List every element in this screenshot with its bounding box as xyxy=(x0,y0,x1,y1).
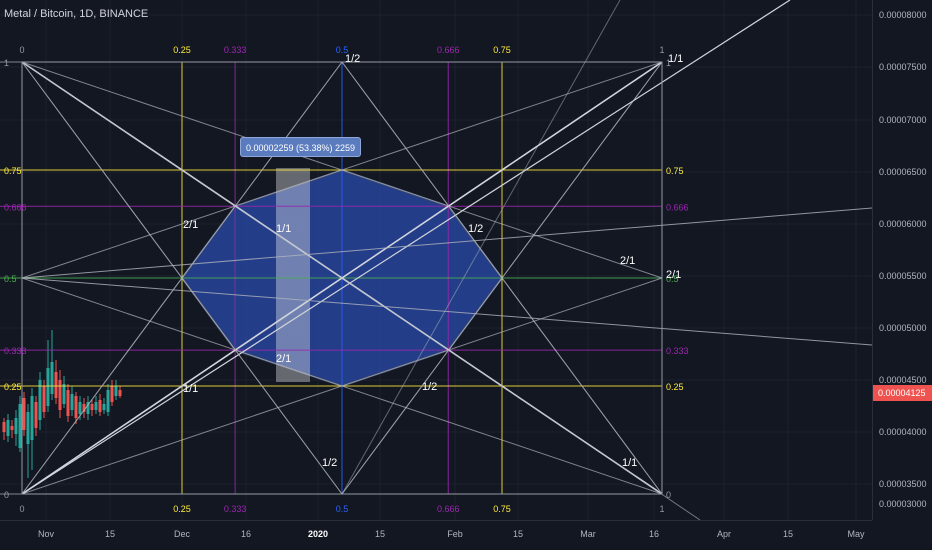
candle-body xyxy=(58,380,62,410)
measure-tooltip: 0.00002259 (53.38%) 2259 xyxy=(240,137,361,157)
candle-body xyxy=(54,372,58,398)
candle-body xyxy=(66,390,70,416)
candle-body xyxy=(30,396,34,440)
candle-body xyxy=(2,422,6,432)
fib-label-top: 0 xyxy=(19,45,24,55)
candle-body xyxy=(14,418,18,434)
fib-label-bottom: 0.75 xyxy=(493,504,511,514)
price-axis-label: 0.00003500 xyxy=(879,479,927,489)
candle-body xyxy=(118,390,122,396)
fib-label-bottom: 0.666 xyxy=(437,504,460,514)
candle-body xyxy=(10,426,14,430)
candle-body xyxy=(70,394,74,410)
candle-body xyxy=(78,402,82,414)
gann-square-chart[interactable]: 000.250.250.3330.3330.50.50.6660.6660.75… xyxy=(0,0,872,520)
time-axis-label: Dec xyxy=(173,529,191,539)
fib-label-left: 0.5 xyxy=(4,274,17,284)
candle-body xyxy=(90,404,94,410)
time-axis-label: 15 xyxy=(104,529,116,539)
gann-ray xyxy=(21,0,791,495)
price-axis-label: 0.00008000 xyxy=(879,10,927,20)
time-axis-label: 15 xyxy=(374,529,386,539)
gann-angle-label: 1/1 xyxy=(183,383,198,395)
time-axis-label: Mar xyxy=(580,529,596,539)
candle-body xyxy=(18,404,22,448)
gann-angle-label: 1/1 xyxy=(622,457,637,469)
candle-body xyxy=(26,412,30,444)
fib-label-right: 0.25 xyxy=(666,382,684,392)
fib-label-left: 0 xyxy=(4,490,9,500)
price-axis-label: 0.00006500 xyxy=(879,167,927,177)
candle-body xyxy=(22,398,26,430)
fib-label-left: 0.333 xyxy=(4,346,27,356)
candle-body xyxy=(6,420,10,436)
candle-body xyxy=(114,386,118,396)
candle-body xyxy=(42,386,46,412)
candle-body xyxy=(110,386,114,402)
gann-angle-label: 1/2 xyxy=(322,457,337,469)
candle-body xyxy=(50,362,54,394)
candle-body xyxy=(74,396,78,418)
fib-label-bottom: 0.25 xyxy=(173,504,191,514)
time-axis-label: 2020 xyxy=(307,529,329,539)
gann-angle-label: 1/1 xyxy=(668,53,683,65)
fib-label-top: 0.666 xyxy=(437,45,460,55)
fib-label-top: 1 xyxy=(659,45,664,55)
chart-window[interactable]: 0 0 0.25 0.25 0.333 0.333 0.5 0.5 0.666 0.666 0.75… xyxy=(0,0,932,550)
fib-label-top: 0.25 xyxy=(173,45,191,55)
price-axis-label: 0.00007500 xyxy=(879,62,927,72)
symbol-title[interactable]: Metal / Bitcoin, 1D, BINANCE xyxy=(4,8,148,20)
time-axis[interactable]: Nov 15 Dec 16 2020 15 Feb 15 Mar 16 Apr 15 May xyxy=(0,520,872,550)
gann-ray xyxy=(21,61,701,520)
fib-label-bottom: 0.5 xyxy=(336,504,349,514)
gann-angle-label: 2/1 xyxy=(666,269,681,281)
price-axis-label: 0.00005000 xyxy=(879,323,927,333)
fib-label-bottom: 1 xyxy=(659,504,664,514)
candle-body xyxy=(62,384,66,404)
last-price-tag: 0.00004125 xyxy=(873,385,932,401)
time-axis-label: Nov xyxy=(37,529,55,539)
fib-label-right: 0.666 xyxy=(666,202,689,212)
time-axis-label: 15 xyxy=(512,529,524,539)
fib-label-left: 0.25 xyxy=(4,382,22,392)
fib-label-left: 0.75 xyxy=(4,166,22,176)
gann-angle-label: 1/2 xyxy=(345,53,360,65)
price-axis-label: 0.00006000 xyxy=(879,219,927,229)
price-axis-label: 0.00004000 xyxy=(879,427,927,437)
candle-body xyxy=(94,402,98,410)
price-axis[interactable]: 0.00008000 0.00007500 0.00007000 0.00006500… xyxy=(872,0,932,520)
fib-label-left: 0.666 xyxy=(4,202,27,212)
candle-body xyxy=(46,368,50,406)
fib-label-top: 0.75 xyxy=(493,45,511,55)
time-axis-label: Apr xyxy=(716,529,732,539)
fib-label-right: 0.75 xyxy=(666,166,684,176)
fib-label-right: 0.333 xyxy=(666,346,689,356)
fib-label-top: 0.333 xyxy=(224,45,247,55)
time-axis-label: 16 xyxy=(240,529,252,539)
gann-angle-label: 2/1 xyxy=(183,219,198,231)
price-axis-label: 0.00003000 xyxy=(879,499,927,509)
time-axis-label: 16 xyxy=(648,529,660,539)
time-axis-label: Feb xyxy=(447,529,463,539)
candle-body xyxy=(106,390,110,412)
fib-label-bottom: 0.333 xyxy=(224,504,247,514)
fib-label-left: 1 xyxy=(4,58,9,68)
gann-angle-label: 1/2 xyxy=(422,381,437,393)
price-axis-label: 0.00005500 xyxy=(879,271,927,281)
gann-angle-label: 2/1 xyxy=(276,353,291,365)
gann-angle-label: 2/1 xyxy=(620,255,635,267)
gann-angle-label: 1/1 xyxy=(276,223,291,235)
time-axis-label: 15 xyxy=(782,529,794,539)
candle-body xyxy=(98,400,102,412)
candle-body xyxy=(34,402,38,428)
fib-label-right: 0 xyxy=(666,490,671,500)
gann-angle-label: 1/2 xyxy=(468,223,483,235)
candle-body xyxy=(102,404,106,410)
time-axis-label: May xyxy=(847,529,865,539)
price-axis-label: 0.00007000 xyxy=(879,115,927,125)
fib-label-bottom: 0 xyxy=(19,504,24,514)
